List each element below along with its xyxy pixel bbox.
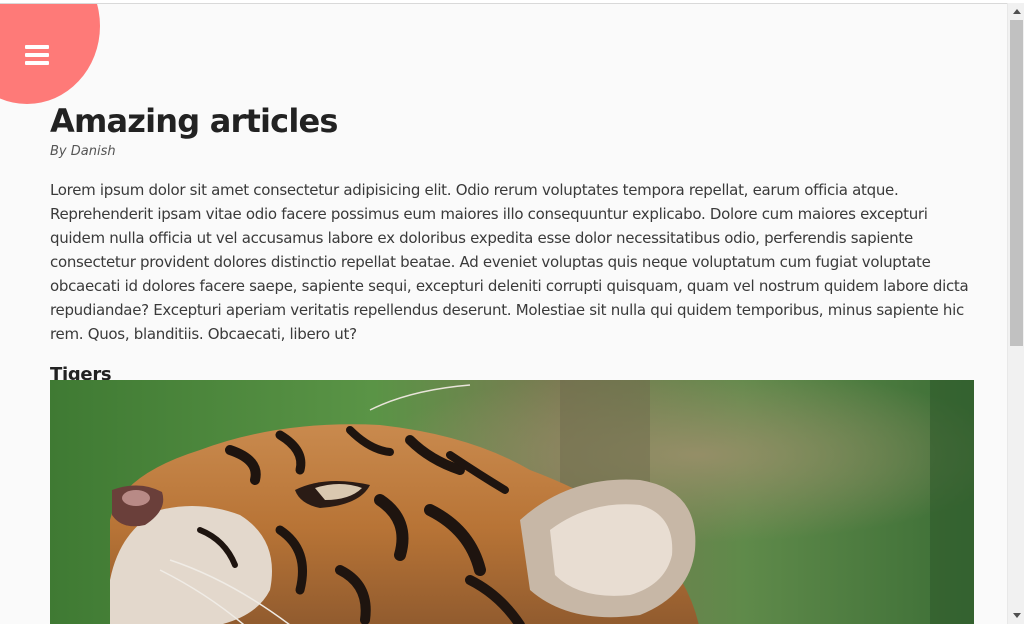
page: Amazing articles By Danish Lorem ipsum d… (0, 3, 1007, 624)
article: Amazing articles By Danish Lorem ipsum d… (50, 101, 974, 387)
tiger-image (50, 380, 974, 624)
scroll-up-arrow-icon[interactable] (1008, 3, 1024, 20)
scroll-down-arrow-icon[interactable] (1008, 607, 1024, 624)
tiger-photo (50, 380, 974, 624)
hamburger-menu-icon (25, 45, 49, 65)
article-byline: By Danish (50, 144, 116, 159)
vertical-scrollbar[interactable] (1007, 3, 1024, 624)
scroll-thumb[interactable] (1010, 20, 1023, 346)
article-title: Amazing articles (50, 102, 338, 140)
article-body: Lorem ipsum dolor sit amet consectetur a… (50, 181, 969, 343)
menu-button[interactable] (0, 4, 100, 104)
